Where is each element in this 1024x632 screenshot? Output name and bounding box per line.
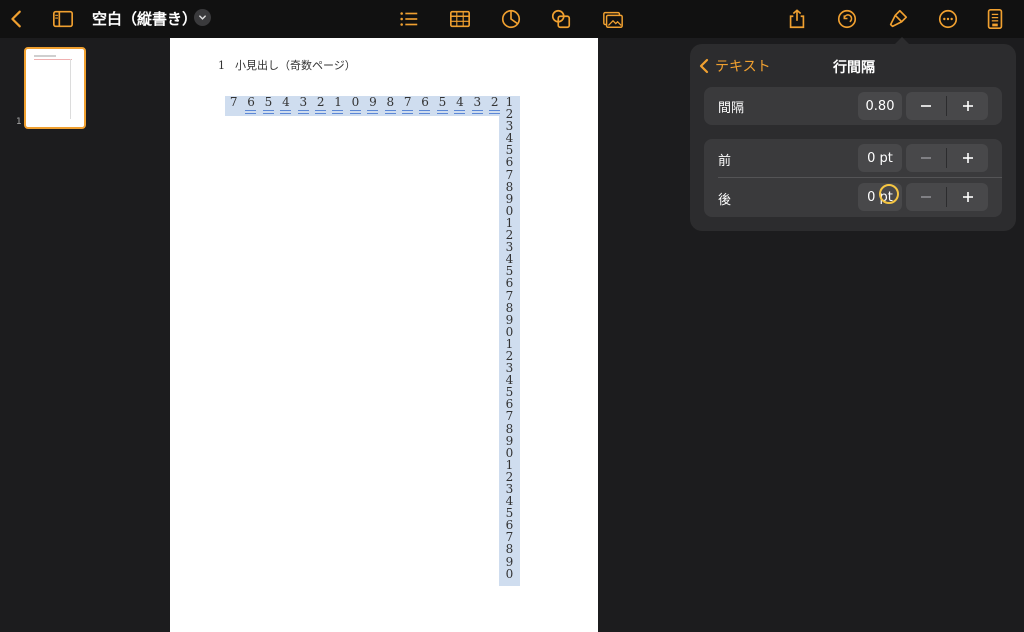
plus-icon	[963, 192, 973, 202]
chevron-down-icon[interactable]	[194, 9, 211, 26]
digit: 0	[351, 95, 360, 109]
back-label: テキスト	[715, 59, 771, 75]
heading-number: 1	[218, 59, 225, 72]
digit: 7	[229, 95, 238, 109]
digit: 0	[505, 445, 514, 460]
digit: 8	[386, 95, 395, 109]
digit: 2	[316, 95, 325, 109]
document-page[interactable]: 1 小見出し（奇数ページ） 7654321098765432 1234567890…	[170, 38, 598, 632]
back-to-text-button[interactable]: テキスト	[698, 56, 771, 76]
plus-icon	[963, 101, 973, 111]
horizontal-digit-row[interactable]: 7654321098765432	[225, 95, 520, 115]
minus-icon	[921, 196, 931, 198]
digit: 8	[505, 542, 514, 557]
minus-icon	[921, 105, 931, 107]
digit: 1	[334, 95, 342, 109]
spacing-value[interactable]: 0.80	[858, 92, 902, 120]
tab-marker	[367, 110, 379, 114]
before-value[interactable]: 0 pt	[858, 144, 902, 172]
digit: 6	[505, 155, 514, 170]
after-label: 後	[718, 193, 732, 208]
digit: 9	[505, 433, 514, 448]
digit: 6	[247, 95, 255, 109]
digit: 9	[505, 312, 514, 327]
back-chevron-icon	[699, 58, 709, 74]
tab-marker	[280, 110, 292, 114]
document-title[interactable]: 空白（縦書き）	[92, 8, 197, 29]
tab-marker	[454, 110, 466, 114]
tab-marker	[315, 110, 326, 114]
share-icon[interactable]	[784, 6, 810, 32]
page-thumbnail[interactable]	[24, 47, 86, 129]
document-icon[interactable]	[982, 6, 1008, 32]
tab-marker	[384, 110, 396, 114]
table-icon[interactable]	[447, 6, 473, 32]
digit: 3	[473, 95, 482, 109]
format-brush-icon[interactable]	[885, 6, 911, 32]
digit: 7	[505, 288, 514, 303]
digit: 3	[299, 95, 308, 109]
digit: 4	[456, 95, 464, 109]
before-increase-button[interactable]	[948, 144, 988, 172]
after-stepper	[906, 183, 988, 211]
before-stepper	[906, 144, 988, 172]
digit: 8	[505, 179, 514, 194]
digit: 8	[505, 300, 514, 315]
tab-marker	[419, 110, 431, 114]
before-label: 前	[718, 154, 732, 169]
sidebar-icon[interactable]	[50, 6, 76, 32]
tab-marker	[436, 110, 448, 114]
tab-marker	[471, 110, 483, 114]
top-toolbar: 空白（縦書き）	[0, 0, 1024, 38]
digit: 7	[403, 95, 412, 109]
shape-icon[interactable]	[548, 6, 574, 32]
tab-marker	[297, 110, 309, 114]
digit: 7	[505, 167, 514, 182]
page-thumbnail-number: 1	[16, 117, 22, 127]
digit: 4	[282, 95, 290, 109]
spacing-stepper	[906, 92, 988, 120]
tab-marker	[245, 110, 257, 114]
digit: 9	[369, 95, 377, 109]
plus-icon	[963, 153, 973, 163]
heading-text: 小見出し（奇数ページ）	[235, 59, 356, 72]
digit: 8	[505, 421, 514, 436]
after-decrease-button[interactable]	[906, 183, 946, 211]
undo-icon[interactable]	[834, 6, 860, 32]
spacing-decrease-button[interactable]	[906, 92, 946, 120]
digit: 5	[264, 95, 273, 109]
digit: 6	[505, 276, 514, 291]
tab-marker	[402, 110, 413, 114]
spacing-group: 間隔 0.80	[704, 87, 1002, 125]
digit: 7	[505, 409, 514, 424]
after-increase-button[interactable]	[948, 183, 988, 211]
popover-title: 行間隔	[833, 60, 875, 76]
media-icon[interactable]	[600, 6, 626, 32]
before-decrease-button[interactable]	[906, 144, 946, 172]
vertical-digit-column[interactable]: 1234567890123456789012345678901234567890	[499, 96, 520, 580]
digit: 0	[505, 566, 514, 581]
spacing-label: 間隔	[718, 101, 745, 116]
digit: 6	[421, 95, 429, 109]
paragraph-spacing-group: 前 0 pt 後 0 pt	[704, 139, 1002, 217]
list-icon[interactable]	[396, 6, 422, 32]
tab-marker	[332, 110, 344, 114]
more-icon[interactable]	[935, 6, 961, 32]
chart-icon[interactable]	[498, 6, 524, 32]
digit: 5	[438, 95, 447, 109]
group-divider	[718, 177, 1002, 178]
touch-cursor-indicator	[879, 184, 899, 204]
spacing-increase-button[interactable]	[948, 92, 988, 120]
heading[interactable]: 1 小見出し（奇数ページ）	[218, 57, 356, 73]
minus-icon	[921, 157, 931, 159]
digit: 9	[505, 554, 514, 569]
tab-marker	[262, 110, 274, 114]
back-chevron-icon[interactable]	[4, 6, 30, 32]
tab-marker	[349, 110, 361, 114]
